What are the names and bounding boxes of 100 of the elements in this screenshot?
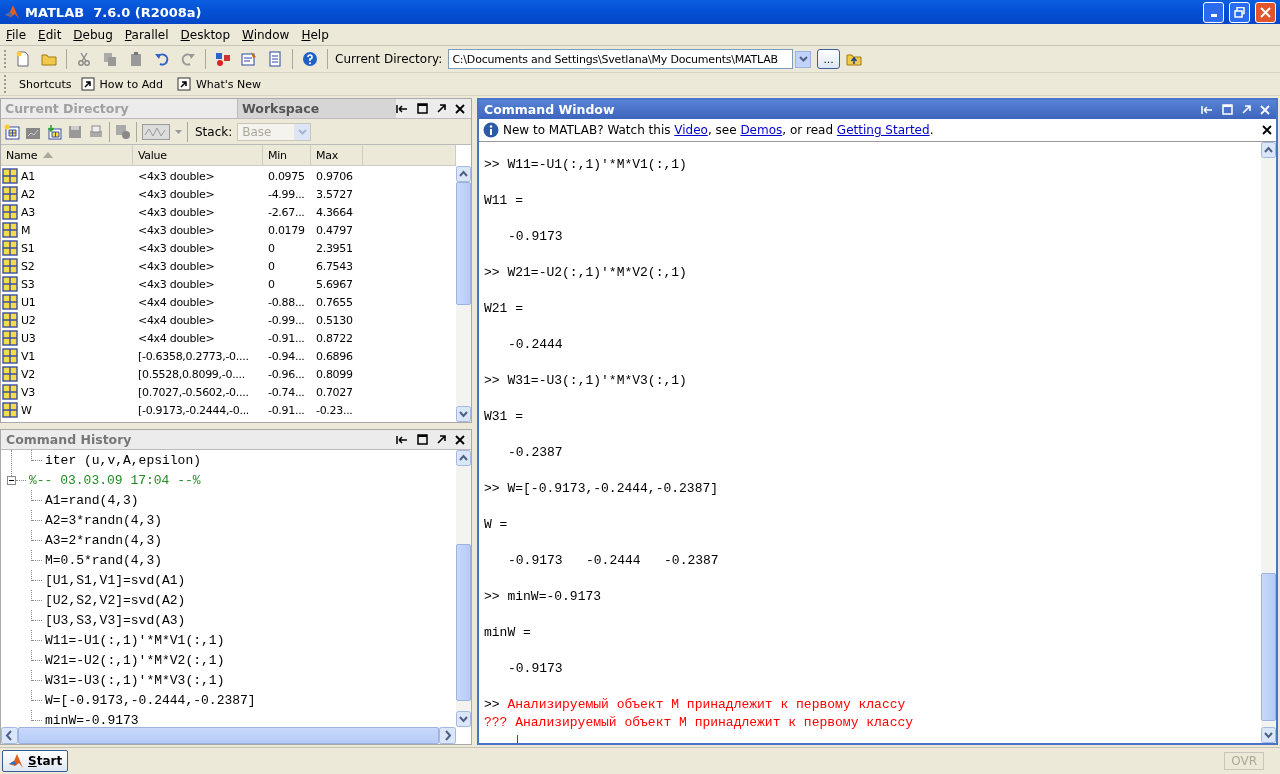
history-entry[interactable]: W=[-0.9173,-0.2444,-0.2387] <box>45 692 256 708</box>
command-text: Анализируемый объект М принадлежит к первому классу <box>507 697 906 712</box>
dock-icon[interactable] <box>396 434 408 445</box>
menu-item[interactable]: File <box>0 27 33 42</box>
dropdown-button[interactable] <box>795 50 812 68</box>
variable-icon <box>2 168 18 184</box>
history-entry[interactable]: W11=-U1(:,1)'*M*V1(:,1) <box>45 632 225 648</box>
close-icon <box>1260 6 1271 18</box>
scroll-up-button[interactable] <box>456 450 471 466</box>
shortcut-link[interactable]: How to Add <box>99 77 163 91</box>
session-header[interactable]: %-- 03.03.09 17:04 --% <box>29 472 201 488</box>
collapse-icon[interactable] <box>7 475 16 485</box>
menu-item[interactable]: Help <box>295 27 335 42</box>
column-header[interactable]: Max <box>311 145 363 165</box>
help-icon[interactable] <box>302 51 318 67</box>
scroll-down-button[interactable] <box>456 711 471 727</box>
close-icon[interactable] <box>455 434 465 445</box>
column-header[interactable]: Min <box>263 145 311 165</box>
menu-item[interactable]: Desktop <box>174 27 237 42</box>
history-entry[interactable]: [U1,S1,V1]=svd(A1) <box>45 572 186 588</box>
restore-button[interactable] <box>1229 1 1250 23</box>
scroll-thumb[interactable] <box>456 544 471 702</box>
shortcut-icon[interactable] <box>176 77 191 91</box>
table-cell-text: -0.99... <box>267 313 306 327</box>
scroll-thumb[interactable] <box>456 182 471 306</box>
form-icon[interactable] <box>241 51 257 67</box>
command-text: W=[-0.9173,-0.2444,-0.2387] <box>507 481 719 496</box>
history-entry[interactable]: minW=-0.9173 <box>45 712 139 727</box>
history-entry[interactable]: W21=-U2(:,1)'*M*V2(:,1) <box>45 652 225 668</box>
directory-label: Current Directory: <box>335 52 443 66</box>
column-header[interactable]: Name <box>1 145 133 165</box>
table-cell-text: 0.8099 <box>315 367 354 381</box>
new-variable-icon[interactable] <box>4 123 20 140</box>
column-header[interactable]: Value <box>133 145 263 165</box>
vertical-scrollbar[interactable] <box>456 450 471 727</box>
menu-item[interactable]: Edit <box>32 27 68 42</box>
history-entry[interactable]: M=0.5*rand(4,3) <box>45 552 163 568</box>
vertical-scrollbar[interactable] <box>1261 142 1276 743</box>
command-text: minW=-0.9173 <box>507 589 602 604</box>
history-entry[interactable]: W31=-U3(:,1)'*M*V3(:,1) <box>45 672 225 688</box>
close-button[interactable] <box>1255 1 1276 23</box>
error-message: ??? Анализируемый объект М принадлежит к первому классу <box>484 715 914 730</box>
scroll-right-button[interactable] <box>439 727 456 744</box>
menu-item[interactable]: Window <box>236 27 296 42</box>
undock-icon[interactable] <box>437 104 446 113</box>
table-cell: S3 <box>21 277 35 291</box>
maximize-icon[interactable] <box>417 103 428 114</box>
help-link[interactable]: Getting Started <box>836 123 930 137</box>
scroll-down-button[interactable] <box>456 406 471 422</box>
delete-icon[interactable] <box>115 123 131 140</box>
import-data-icon[interactable] <box>46 123 62 140</box>
directory-field[interactable]: C:\Documents and Settings\Svetlana\My Documents\MATLAB <box>448 49 794 69</box>
maximize-icon[interactable] <box>417 434 428 445</box>
table-cell-text: <4x4 double> <box>137 331 216 345</box>
minimize-button[interactable] <box>1203 1 1224 23</box>
output-text: minW = <box>484 625 531 640</box>
scroll-left-button[interactable] <box>1 727 18 744</box>
browse-button[interactable]: ... <box>817 49 840 69</box>
cut-icon[interactable] <box>76 51 92 67</box>
start-button[interactable]: Start <box>2 750 69 772</box>
folder-up-icon[interactable] <box>845 51 862 67</box>
table-cell-text: 0 <box>267 259 276 273</box>
history-entry[interactable]: [U2,S2,V2]=svd(A2) <box>45 592 186 608</box>
undock-icon[interactable] <box>437 435 446 444</box>
scroll-up-button[interactable] <box>456 166 471 182</box>
history-entry[interactable]: A1=rand(4,3) <box>45 492 139 508</box>
document-icon[interactable] <box>267 51 283 67</box>
scroll-up-button[interactable] <box>1261 142 1276 158</box>
panel-title: Command History <box>5 432 133 447</box>
table-cell-text: <4x3 double> <box>137 259 216 273</box>
table-cell-text: [-0.6358,0.2773,-0.... <box>137 349 250 363</box>
variable-icon <box>2 330 18 346</box>
table-cell-text: -0.91... <box>267 331 306 345</box>
close-icon[interactable] <box>1262 125 1272 135</box>
shortcut-icon[interactable] <box>80 77 95 91</box>
table-cell-text: <4x3 double> <box>137 187 216 201</box>
output-value: -0.2444 <box>508 337 563 352</box>
dock-icon[interactable] <box>396 103 408 114</box>
table-cell: U3 <box>21 331 36 345</box>
output-text: W31 = <box>484 409 523 424</box>
undo-icon[interactable] <box>154 51 170 67</box>
command-text: W11=-U1(:,1)'*M*V1(:,1) <box>507 157 687 172</box>
close-icon[interactable] <box>455 103 465 114</box>
menu-item[interactable]: Parallel <box>118 27 175 42</box>
history-entry[interactable]: A3=2*randn(4,3) <box>45 532 163 548</box>
vertical-scrollbar[interactable] <box>456 166 471 422</box>
history-entry[interactable]: A2=3*randn(4,3) <box>45 512 163 528</box>
shortcut-link[interactable]: What's New <box>195 77 262 91</box>
menu-item[interactable]: Debug <box>67 27 119 42</box>
table-cell-text: 0 <box>267 241 276 255</box>
blocks-icon[interactable] <box>215 51 231 67</box>
scroll-thumb[interactable] <box>1261 573 1276 722</box>
scroll-down-button[interactable] <box>1261 727 1276 743</box>
history-entry[interactable]: iter (u,v,A,epsilon) <box>45 452 202 468</box>
paste-icon[interactable] <box>128 51 144 67</box>
panel-tab[interactable]: Workspace <box>238 99 396 118</box>
variable-icon <box>2 276 18 292</box>
history-entry[interactable]: [U3,S3,V3]=svd(A3) <box>45 612 186 628</box>
variable-icon <box>2 384 18 400</box>
help-link[interactable]: Video <box>674 123 708 137</box>
